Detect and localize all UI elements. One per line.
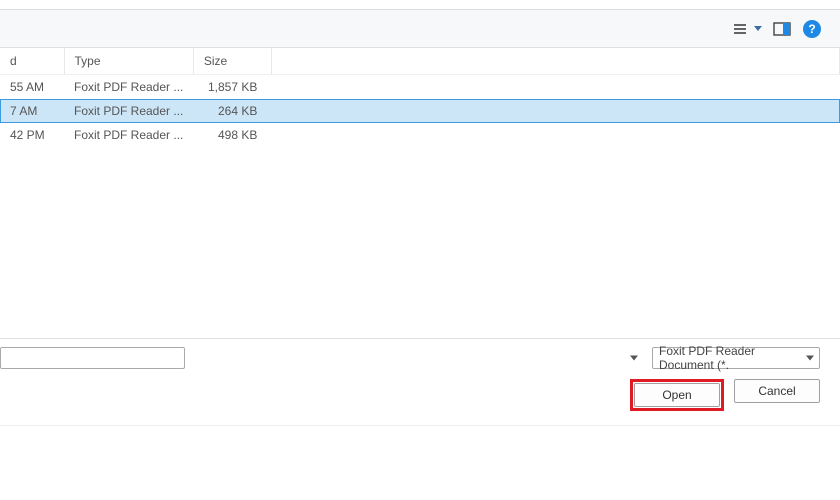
view-options-button[interactable] xyxy=(732,19,762,39)
file-table: d Type Size 55 AMFoxit PDF Reader ...1,8… xyxy=(0,48,840,147)
bottom-panel: Foxit PDF Reader Document (*. Open Cance… xyxy=(0,338,840,425)
cell-filler xyxy=(271,75,839,100)
table-row[interactable]: 42 PMFoxit PDF Reader ...498 KB xyxy=(0,123,840,147)
filetype-label: Foxit PDF Reader Document (*. xyxy=(659,344,799,372)
chevron-down-icon xyxy=(754,26,762,31)
filetype-select[interactable]: Foxit PDF Reader Document (*. xyxy=(652,347,820,369)
chevron-down-icon xyxy=(630,356,638,361)
column-header-filler xyxy=(271,48,839,75)
column-header-date[interactable]: d xyxy=(0,48,64,75)
address-bar-fragment xyxy=(0,0,840,10)
cell-date: 55 AM xyxy=(0,75,64,100)
preview-pane-icon xyxy=(773,22,791,36)
table-row[interactable]: 55 AMFoxit PDF Reader ...1,857 KB xyxy=(0,75,840,100)
open-button[interactable]: Open xyxy=(634,383,720,407)
cell-date: 42 PM xyxy=(0,123,64,147)
filename-input[interactable] xyxy=(0,347,185,369)
preview-pane-button[interactable] xyxy=(772,19,792,39)
open-button-highlight: Open xyxy=(630,379,724,411)
cell-date: 7 AM xyxy=(0,99,64,123)
toolbar: ? xyxy=(0,10,840,48)
help-icon: ? xyxy=(803,20,821,38)
cell-filler xyxy=(271,99,839,123)
cell-size: 264 KB xyxy=(193,99,271,123)
help-button[interactable]: ? xyxy=(802,19,822,39)
cell-type: Foxit PDF Reader ... xyxy=(64,75,193,100)
cell-filler xyxy=(271,123,839,147)
cancel-button[interactable]: Cancel xyxy=(734,379,820,403)
file-list[interactable]: d Type Size 55 AMFoxit PDF Reader ...1,8… xyxy=(0,48,840,338)
column-header-type[interactable]: Type xyxy=(64,48,193,75)
cell-size: 498 KB xyxy=(193,123,271,147)
cell-type: Foxit PDF Reader ... xyxy=(64,99,193,123)
list-icon xyxy=(732,22,748,36)
cell-type: Foxit PDF Reader ... xyxy=(64,123,193,147)
column-header-size[interactable]: Size xyxy=(193,48,271,75)
cell-size: 1,857 KB xyxy=(193,75,271,100)
table-row[interactable]: 7 AMFoxit PDF Reader ...264 KB xyxy=(0,99,840,123)
dialog-footer-fragment xyxy=(0,425,840,475)
